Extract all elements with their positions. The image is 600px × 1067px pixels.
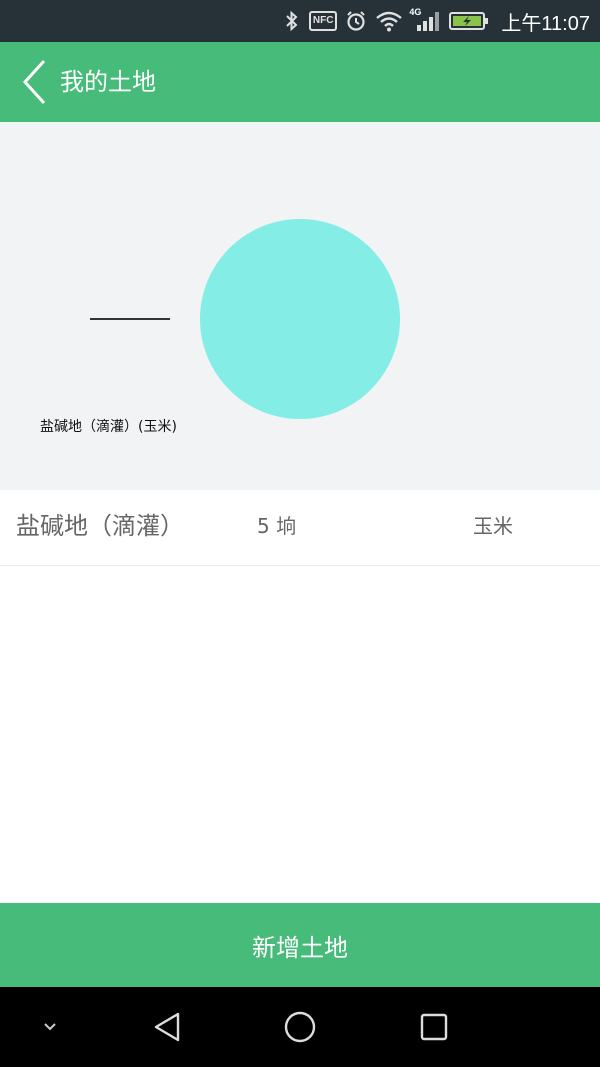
back-button[interactable] [14, 56, 54, 108]
app-bar: 我的土地 [0, 42, 600, 122]
bluetooth-icon [283, 9, 301, 33]
battery-charging-icon [449, 9, 489, 33]
pie-slice[interactable] [200, 219, 400, 419]
recents-square-icon [420, 1013, 448, 1041]
nfc-label: NFC [308, 11, 338, 31]
pie-slice-label: 盐碱地（滴灌）(玉米) [40, 419, 177, 435]
land-list-item[interactable]: 盐碱地（滴灌） 5 垧 玉米 [0, 490, 600, 566]
status-bar: NFC 4G 上午11:07 [0, 0, 600, 42]
wifi-icon [375, 9, 403, 33]
page-title: 我的土地 [60, 68, 156, 96]
land-crop: 玉米 [473, 514, 513, 538]
add-land-button[interactable]: 新增土地 [0, 903, 600, 987]
system-nav-bar [0, 987, 600, 1067]
nav-hide-button[interactable] [30, 987, 70, 1067]
signal-icon: 4G [409, 7, 441, 33]
status-time: 上午11:07 [501, 12, 590, 35]
chevron-down-icon [44, 1023, 56, 1031]
land-list: 盐碱地（滴灌） 5 垧 玉米 [0, 490, 600, 566]
nav-home-button[interactable] [280, 987, 320, 1067]
nav-back-button[interactable] [146, 987, 188, 1067]
chevron-left-icon [22, 59, 46, 105]
home-circle-icon [284, 1011, 316, 1043]
land-pie-chart: 盐碱地（滴灌）(玉米) [0, 122, 600, 490]
network-type: 4G [409, 7, 422, 17]
land-area: 5 垧 [257, 514, 297, 538]
nav-recents-button[interactable] [414, 987, 454, 1067]
land-name: 盐碱地（滴灌） [16, 512, 184, 540]
back-triangle-icon [154, 1012, 180, 1042]
nfc-icon: NFC [308, 9, 338, 33]
alarm-icon [345, 9, 367, 33]
status-icons: NFC 4G 上午11:07 [283, 0, 590, 42]
